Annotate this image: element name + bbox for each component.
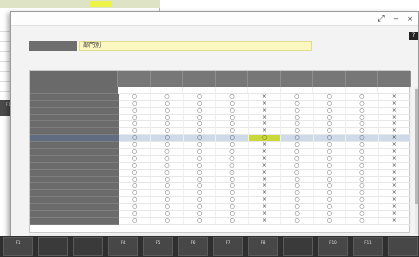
column-header (215, 71, 249, 87)
table-row[interactable]: ○ ○ ○ ○ × ○ ○ ○ × (30, 141, 411, 150)
column-header (378, 71, 411, 87)
function-key-code: F1 (15, 240, 21, 245)
row-header (30, 197, 120, 205)
column-header (345, 71, 379, 87)
function-key-code: F11 (364, 240, 372, 245)
column-header (280, 71, 314, 87)
table-row[interactable]: ○ ○ ○ ○ × ○ ○ ○ × (30, 217, 411, 225)
table-row[interactable]: ○ ○ ○ ○ × ○ ○ ○ × (30, 169, 411, 177)
table-row[interactable]: ○ ○ ○ ○ × ○ ○ ○ × (30, 189, 411, 198)
row-header (30, 155, 119, 163)
grid-body: ○ ○ ○ ○ × ○ ○ ○ × ○ ○ ○ ○ × ○ ○ ○ × ○ ○ ○ ○ × ○ ○ ○ × ○ ○ ○ ○ × ○ ○ ○ × ○ ○ ○ ○… (30, 87, 411, 225)
close-button[interactable]: × (405, 14, 415, 24)
row-header (30, 128, 120, 136)
table-row[interactable]: ○ ○ ○ ○ × ○ ○ ○ × (30, 127, 411, 136)
table-row[interactable]: ○ ○ ○ ○ × ○ ○ ○ × (30, 162, 411, 170)
expand-icon[interactable]: ⤢ (376, 14, 386, 24)
table-row[interactable]: ○ ○ ○ ○ ○ ○ ○ ○ × (30, 134, 411, 143)
function-key-code: F4 (120, 240, 126, 245)
table-row[interactable]: ○ ○ ○ ○ × ○ ○ ○ × (30, 176, 411, 184)
grid-cell[interactable]: ○ (119, 217, 152, 225)
grid-cell[interactable]: ○ (313, 217, 347, 225)
function-key-button[interactable]: F5 (143, 237, 173, 256)
column-header (150, 71, 184, 87)
function-key-button[interactable] (38, 237, 68, 256)
table-row[interactable]: ○ ○ ○ ○ × ○ ○ ○ × (30, 100, 411, 108)
column-header (118, 71, 151, 87)
function-key-code: F8 (260, 240, 266, 245)
column-header-row (30, 71, 411, 87)
row-header (30, 93, 119, 101)
row-header (30, 162, 119, 170)
row-header (30, 121, 120, 129)
grid-cell[interactable]: ○ (281, 217, 314, 225)
department-field[interactable]: 部門別 (79, 41, 312, 51)
function-key-button[interactable]: F10 (318, 237, 348, 256)
window-title (16, 15, 106, 21)
row-header (30, 183, 120, 191)
row-header (30, 100, 120, 108)
table-row[interactable]: ○ ○ ○ ○ × ○ ○ ○ × (30, 210, 411, 218)
grid-cell[interactable]: × (378, 217, 411, 225)
table-row[interactable]: ○ ○ ○ ○ × ○ ○ ○ × (30, 148, 411, 156)
column-header (313, 71, 346, 87)
grid-cell[interactable]: ○ (346, 217, 379, 225)
row-header (30, 149, 119, 156)
table-row[interactable]: ○ ○ ○ ○ × ○ ○ ○ × (30, 121, 411, 129)
vertical-scrollbar[interactable] (415, 87, 418, 234)
column-header (248, 71, 281, 87)
table-row[interactable]: ○ ○ ○ ○ × ○ ○ ○ × (30, 114, 411, 122)
function-key-code: F5 (155, 240, 161, 245)
grid-cell[interactable]: × (248, 217, 282, 225)
row-header (30, 204, 120, 212)
main-window: ⤢ − × ? 部門別 ○ ○ ○ ○ × ○ ○ ○ × ○ ○ ○ ○ × ○ ○ ○ × ○ ○ ○ ○ × ○ ○ ○ × ○… (10, 11, 419, 257)
function-key-button[interactable] (388, 237, 418, 256)
row-header (30, 87, 119, 94)
grid-cell[interactable]: ○ (183, 217, 217, 225)
table-row[interactable]: ○ ○ ○ ○ × ○ ○ ○ × (30, 93, 411, 101)
function-key-button[interactable] (73, 237, 103, 256)
function-key-button[interactable]: F11 (353, 237, 383, 256)
row-header (30, 190, 120, 198)
title-bar: ⤢ − × (11, 12, 418, 26)
vertical-scrollbar-thumb[interactable] (415, 89, 418, 204)
function-key-button[interactable]: F4 (108, 237, 138, 256)
department-label (29, 41, 77, 51)
table-row[interactable]: ○ ○ ○ ○ × ○ ○ ○ × (30, 196, 411, 205)
table-row[interactable]: ○ ○ ○ ○ × ○ ○ ○ × (30, 155, 411, 163)
row-header (30, 135, 120, 143)
function-key-button[interactable]: F8 (248, 237, 278, 256)
row-header (30, 107, 120, 115)
row-header (30, 142, 120, 150)
function-key-button[interactable]: F6 (178, 237, 208, 256)
function-key-button[interactable] (283, 237, 313, 256)
row-header (30, 176, 120, 184)
row-header (30, 211, 120, 218)
table-row[interactable]: ○ ○ ○ ○ × ○ ○ ○ × (30, 107, 411, 115)
background-highlight-cell (90, 1, 112, 7)
function-key-button[interactable]: F7 (213, 237, 243, 256)
function-key-code: F7 (225, 240, 231, 245)
row-header (30, 114, 120, 122)
table-row[interactable] (30, 87, 411, 94)
help-icon[interactable]: ? (409, 32, 418, 40)
settings-grid: ○ ○ ○ ○ × ○ ○ ○ × ○ ○ ○ ○ × ○ ○ ○ × ○ ○ ○ ○ × ○ ○ ○ × ○ ○ ○ ○ × ○ ○ ○ × ○ ○ ○ ○… (29, 70, 418, 234)
column-header (183, 71, 216, 87)
background-window-header (0, 0, 160, 8)
grid-cell[interactable]: ○ (216, 217, 249, 225)
function-key-bar: F1 F4 F5 F6 F7 F8 F10 F11 (0, 236, 419, 257)
grid-corner (30, 71, 119, 87)
function-key-code: F10 (329, 240, 337, 245)
function-key-button[interactable]: F1 (3, 237, 33, 256)
row-header (30, 169, 119, 177)
row-header (30, 217, 120, 225)
grid-cell[interactable]: ○ (151, 217, 184, 225)
minimize-button[interactable]: − (391, 14, 401, 24)
table-row[interactable]: ○ ○ ○ ○ × ○ ○ ○ × (30, 183, 411, 191)
function-key-code: F6 (190, 240, 196, 245)
table-row[interactable]: ○ ○ ○ ○ × ○ ○ ○ × (30, 203, 411, 212)
